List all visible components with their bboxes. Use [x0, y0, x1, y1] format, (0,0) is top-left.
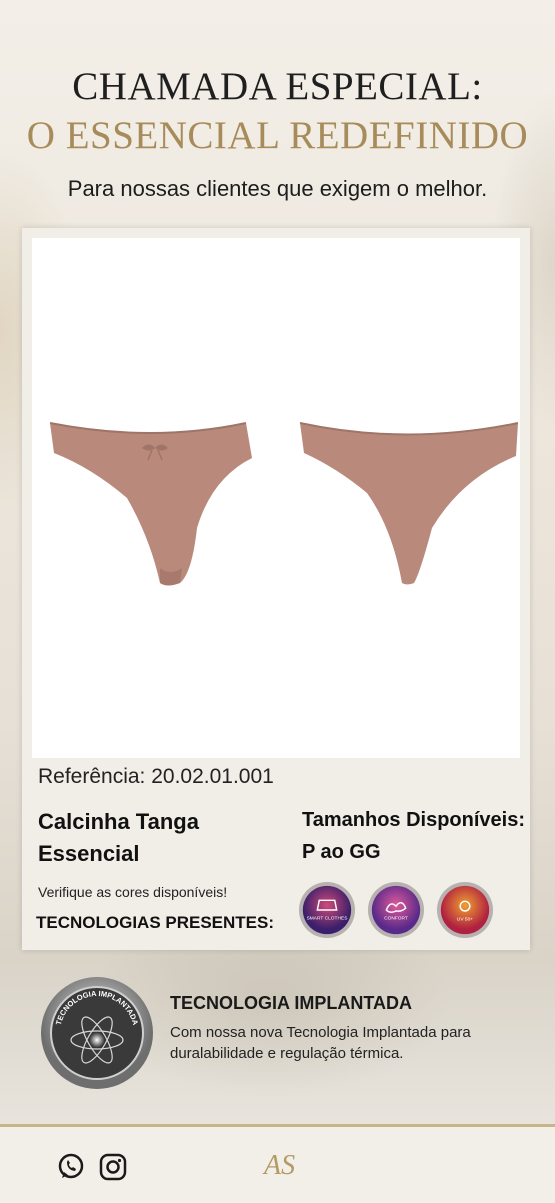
technology-seal-icon: TECNOLOGIA IMPLANTADA	[41, 977, 153, 1089]
instagram-icon[interactable]	[98, 1152, 128, 1182]
svg-text:CONFORT: CONFORT	[384, 916, 408, 922]
product-photo	[32, 238, 520, 758]
garment-back	[299, 422, 519, 585]
garment-front	[49, 422, 252, 586]
implant-description: Com nossa nova Tecnologia Implantada par…	[170, 1024, 471, 1062]
technologies-label: TECNOLOGIAS PRESENTES:	[36, 913, 275, 932]
svg-text:AS: AS	[262, 1150, 295, 1181]
svg-text:UV 50+: UV 50+	[457, 917, 473, 923]
implant-title: TECNOLOGIA IMPLANTADA	[170, 993, 412, 1013]
whatsapp-icon[interactable]	[56, 1152, 86, 1182]
brand-logo: AS	[262, 1150, 295, 1181]
available-sizes: Tamanhos Disponíveis: P ao GG	[302, 809, 526, 863]
colors-note: Verifique as cores disponíveis!	[38, 884, 228, 900]
product-name: Calcinha Tanga Essencial	[38, 809, 199, 866]
product-reference: Referência: 20.02.01.001	[38, 765, 274, 788]
headline-line-1: CHAMADA ESPECIAL:	[72, 65, 483, 108]
product-card: Referência: 20.02.01.001 Calcinha Tanga …	[22, 228, 530, 950]
uv-badge: UV 50+	[436, 881, 494, 939]
smart-clothes-badge: SMART CLOTHES	[298, 881, 356, 939]
svg-text:SMART CLOTHES: SMART CLOTHES	[307, 916, 348, 922]
headline-line-2: O ESSENCIAL REDEFINIDO	[26, 114, 529, 157]
confort-badge: CONFORT	[367, 881, 425, 939]
subtitle: Para nossas clientes que exigem o melhor…	[67, 176, 488, 201]
